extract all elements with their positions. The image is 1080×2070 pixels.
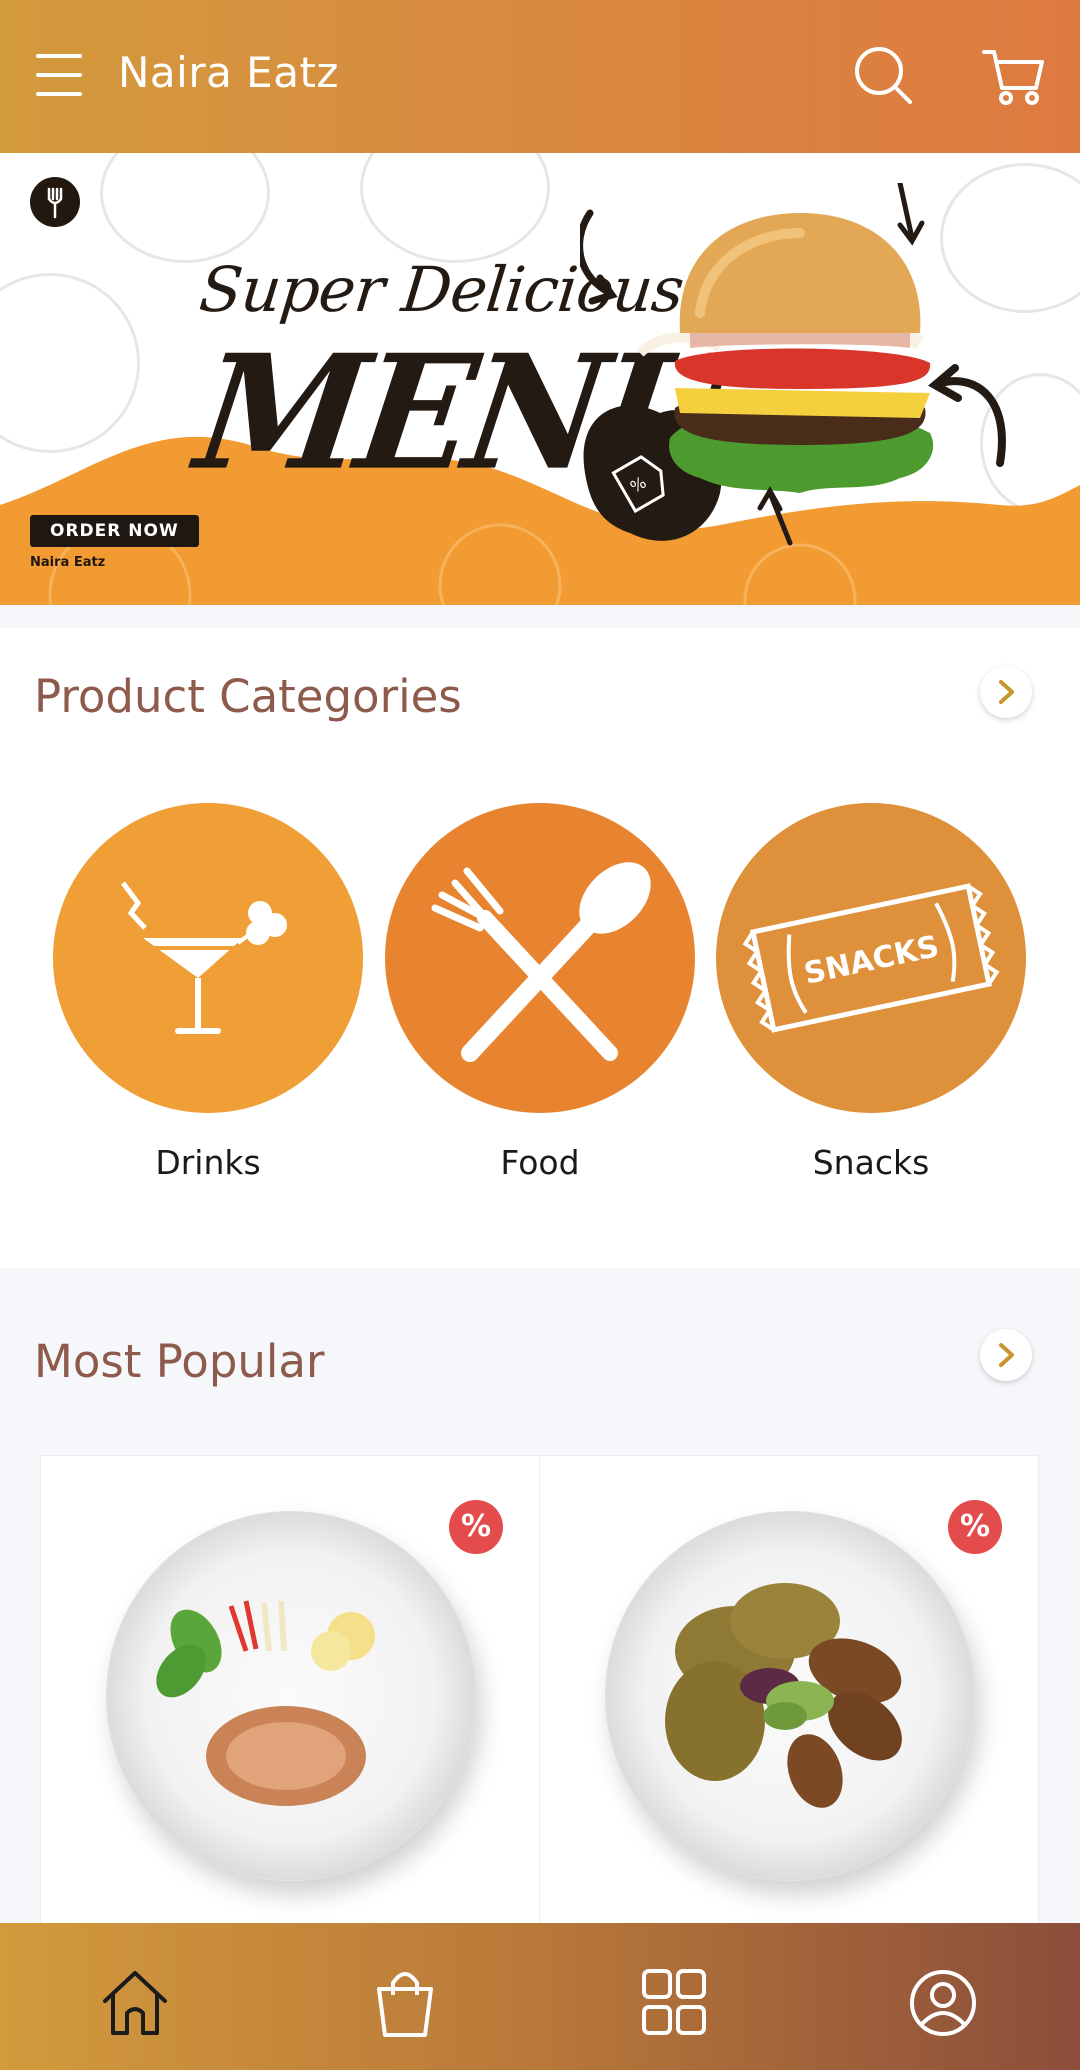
nav-categories[interactable] bbox=[634, 1963, 714, 2043]
category-label: Snacks bbox=[812, 1143, 930, 1182]
category-food[interactable]: Food bbox=[385, 803, 695, 1193]
menu-button[interactable] bbox=[30, 50, 90, 100]
popular-more-button[interactable] bbox=[980, 1329, 1032, 1381]
search-icon bbox=[855, 47, 912, 104]
categories-more-button[interactable] bbox=[980, 666, 1032, 718]
section-title: Product Categories bbox=[34, 670, 462, 723]
burger-image: % bbox=[580, 183, 1006, 546]
category-label: Food bbox=[500, 1143, 580, 1182]
profile-icon bbox=[910, 1970, 976, 2036]
category-snacks-tile: SNACKS bbox=[716, 803, 1026, 1113]
fork-spoon-icon bbox=[431, 862, 651, 1062]
nav-shop[interactable] bbox=[365, 1963, 445, 2043]
app-title: Naira Eatz bbox=[118, 48, 339, 97]
food-doodle bbox=[360, 153, 550, 263]
cart-button[interactable] bbox=[978, 40, 1048, 110]
product-card[interactable]: % bbox=[40, 1455, 540, 1925]
fish-plate-image bbox=[106, 1511, 476, 1881]
menu-bar bbox=[36, 92, 82, 96]
chicken-plate-image bbox=[605, 1511, 975, 1881]
section-title: Most Popular bbox=[34, 1335, 325, 1388]
chevron-right-icon bbox=[999, 680, 1014, 704]
category-label: Drinks bbox=[155, 1143, 261, 1182]
food-doodle bbox=[100, 153, 270, 263]
app-bar: Naira Eatz bbox=[0, 0, 1080, 153]
nav-profile[interactable] bbox=[903, 1963, 983, 2043]
bottom-navigation bbox=[0, 1923, 1080, 2070]
category-snacks[interactable]: SNACKS Snacks bbox=[716, 803, 1026, 1193]
discount-badge: % bbox=[449, 1500, 503, 1554]
categories-grid-icon bbox=[642, 1969, 706, 2035]
product-categories-section: Product Categories Drinks Food SNACKS Sn… bbox=[0, 628, 1080, 1268]
category-food-tile bbox=[385, 803, 695, 1113]
nav-home[interactable] bbox=[95, 1963, 175, 2043]
shopping-bag-icon bbox=[377, 1972, 433, 2037]
menu-bar bbox=[36, 73, 82, 77]
discount-badge: % bbox=[948, 1500, 1002, 1554]
snacks-pack-text: SNACKS bbox=[801, 929, 942, 992]
shopping-cart-icon bbox=[982, 50, 1044, 105]
home-icon bbox=[103, 1971, 167, 2035]
cocktail-icon bbox=[121, 881, 287, 1034]
fork-logo-icon bbox=[30, 177, 80, 227]
order-now-button[interactable]: ORDER NOW bbox=[30, 515, 199, 547]
product-card[interactable]: % bbox=[539, 1455, 1039, 1925]
promo-banner[interactable]: Super Delicious MENU ORDER NOW Naira Eat… bbox=[0, 153, 1080, 605]
banner-brand: Naira Eatz bbox=[30, 555, 106, 570]
search-button[interactable] bbox=[848, 40, 918, 110]
snack-pack-icon: SNACKS bbox=[742, 883, 1000, 1033]
category-drinks-tile bbox=[53, 803, 363, 1113]
menu-bar bbox=[36, 54, 82, 58]
chevron-right-icon bbox=[999, 1343, 1014, 1367]
category-drinks[interactable]: Drinks bbox=[53, 803, 363, 1193]
